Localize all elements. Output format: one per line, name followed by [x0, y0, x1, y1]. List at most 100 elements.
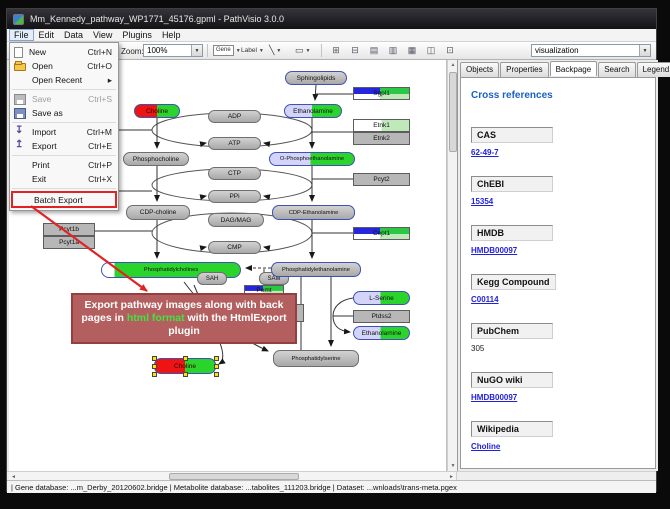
pathway-node-ctp[interactable]: CTP: [208, 167, 261, 180]
pathway-node-ethanolamine-top[interactable]: Ethanolamine: [284, 104, 342, 118]
selection-handle[interactable]: [214, 372, 219, 377]
tab-objects[interactable]: Objects: [460, 62, 499, 77]
selection-handle[interactable]: [183, 356, 188, 361]
scrollbar-thumb[interactable]: [449, 72, 457, 152]
match-height-icon[interactable]: ◫: [424, 44, 438, 57]
menu-item-label: Export: [32, 141, 57, 151]
pathway-node-choline-top[interactable]: Choline: [134, 104, 180, 118]
selection-handle[interactable]: [152, 356, 157, 361]
file-menu-item-batch-export[interactable]: Batch Export: [11, 191, 117, 208]
chevron-down-icon[interactable]: ▼: [191, 45, 202, 56]
menu-item-label: Import: [32, 127, 56, 137]
status-bar: | Gene database: ...m_Derby_20120602.bri…: [7, 480, 656, 493]
pathway-node-pcyt1a[interactable]: Pcyt1a: [43, 236, 95, 249]
gene-tool-button[interactable]: Gene ▼: [213, 44, 241, 57]
node-label: O-Phosphoethanolamine: [280, 156, 344, 162]
file-menu-item-print[interactable]: PrintCtrl+P: [10, 158, 118, 172]
pathway-node-cdp-ethanolamine[interactable]: CDP-Ethanolamine: [272, 205, 355, 220]
menu-item-shortcut: Ctrl+N: [88, 47, 112, 57]
file-menu-item-import[interactable]: ImportCtrl+M: [10, 125, 118, 139]
selection-handle[interactable]: [152, 364, 157, 369]
gene-tool-label: Gene: [213, 45, 234, 56]
pathway-node-o-phosphoethanolamine[interactable]: O-Phosphoethanolamine: [269, 152, 355, 166]
chevron-down-icon[interactable]: ▼: [276, 48, 281, 54]
align-middle-icon[interactable]: ⊟: [348, 44, 362, 57]
pathway-node-cdp-choline[interactable]: CDP-choline: [126, 205, 190, 220]
menu-data[interactable]: Data: [59, 29, 88, 41]
pathway-node-ethanolamine-bottom[interactable]: Ethanolamine: [353, 326, 410, 340]
selection-handle[interactable]: [152, 372, 157, 377]
node-label: CMP: [227, 244, 241, 251]
title-bar[interactable]: Mm_Kennedy_pathway_WP1771_45176.gpml - P…: [7, 9, 656, 29]
pathway-node-dag-mag[interactable]: DAG/MAG: [208, 213, 264, 227]
match-width-icon[interactable]: ▦: [405, 44, 419, 57]
file-menu-item-exit[interactable]: ExitCtrl+X: [10, 172, 118, 186]
xref-link[interactable]: HMDB00097: [471, 393, 517, 402]
callout-text: with the HtmlExport plugin: [168, 312, 286, 337]
pathway-node-ptdss2[interactable]: Ptdss2: [353, 310, 410, 323]
distribute-horizontal-icon[interactable]: ▤: [367, 44, 381, 57]
distribute-vertical-icon[interactable]: ▥: [386, 44, 400, 57]
vertical-scrollbar[interactable]: ▲ ▼: [447, 60, 457, 471]
file-menu-item-new[interactable]: NewCtrl+N: [10, 45, 118, 59]
selection-handle[interactable]: [214, 356, 219, 361]
xref-link[interactable]: 62-49-7: [471, 148, 499, 157]
chevron-down-icon[interactable]: ▼: [306, 48, 311, 54]
pathway-node-phosphocholine[interactable]: Phosphocholine: [123, 152, 189, 166]
pathway-node-choline-selected[interactable]: Choline: [154, 358, 216, 374]
pathway-node-cmp[interactable]: CMP: [208, 241, 261, 254]
file-menu-item-export[interactable]: ExportCtrl+E: [10, 139, 118, 153]
pathway-node-phosphatidylethanolamine[interactable]: Phosphatidylethanolamine: [271, 262, 361, 277]
tab-search[interactable]: Search: [598, 62, 635, 77]
pathway-node-phosphatidylserine[interactable]: Phosphatidylserine: [273, 350, 359, 367]
status-text: | Gene database: ...m_Derby_20120602.bri…: [7, 483, 457, 492]
xref-link[interactable]: Choline: [471, 442, 500, 451]
pathway-node-pcyt1b[interactable]: Pcyt1b: [43, 223, 95, 236]
pathway-node-sphingolipids[interactable]: Sphingolipids: [285, 71, 347, 85]
tab-backpage[interactable]: Backpage: [550, 61, 598, 76]
pathway-node-atp[interactable]: ATP: [208, 137, 261, 150]
xref-source-box: Kegg Compound: [471, 274, 556, 290]
node-label: ATP: [228, 140, 240, 147]
line-tool-button[interactable]: ╲ ▼: [269, 44, 281, 57]
menu-file[interactable]: File: [9, 29, 34, 41]
align-center-icon[interactable]: ⊞: [329, 44, 343, 57]
tab-legend[interactable]: Legend: [637, 62, 670, 77]
xref-link[interactable]: C00114: [471, 295, 499, 304]
chevron-down-icon[interactable]: ▼: [259, 48, 264, 54]
menu-view[interactable]: View: [88, 29, 117, 41]
tab-properties[interactable]: Properties: [500, 62, 548, 77]
selection-handle[interactable]: [214, 364, 219, 369]
pathway-node-l-serine[interactable]: L-Serine: [353, 291, 410, 305]
pathway-node-etnk2[interactable]: Etnk2: [353, 132, 410, 145]
selection-handle[interactable]: [183, 372, 188, 377]
pathway-node-sgpl1[interactable]: Sgpl1: [353, 87, 410, 100]
node-label: Choline: [174, 363, 196, 370]
horizontal-scrollbar[interactable]: ◄ ►: [7, 471, 656, 480]
shape-tool-button[interactable]: ▭ ▼: [295, 44, 310, 57]
chevron-down-icon[interactable]: ▼: [236, 48, 241, 54]
file-menu-item-save[interactable]: SaveCtrl+S: [10, 92, 118, 106]
pathway-node-cept1[interactable]: Cept1: [353, 227, 410, 240]
xref-link[interactable]: HMDB00097: [471, 246, 517, 255]
menu-plugins[interactable]: Plugins: [117, 29, 157, 41]
zoom-combo[interactable]: 100% ▼: [143, 44, 203, 57]
stack-icon[interactable]: ⊡: [443, 44, 457, 57]
visualization-combo[interactable]: visualization ▼: [531, 44, 651, 57]
xref-link[interactable]: 15354: [471, 197, 493, 206]
menu-edit[interactable]: Edit: [34, 29, 60, 41]
file-menu-item-open-recent[interactable]: Open Recent▸: [10, 73, 118, 87]
pathway-node-ppi[interactable]: PPi: [208, 190, 261, 203]
scrollbar-thumb[interactable]: [169, 473, 299, 480]
expression-data-heading: Expression data: [471, 468, 655, 469]
node-label: Pcyt1b: [59, 226, 79, 233]
pathway-node-sah[interactable]: SAH: [197, 272, 227, 285]
chevron-down-icon[interactable]: ▼: [639, 45, 650, 56]
pathway-node-etnk1[interactable]: Etnk1: [353, 119, 410, 132]
label-tool-button[interactable]: Label ▼: [241, 44, 264, 57]
file-menu-item-save-as[interactable]: Save as: [10, 106, 118, 120]
file-menu-item-open[interactable]: OpenCtrl+O: [10, 59, 118, 73]
pathway-node-adp[interactable]: ADP: [208, 110, 261, 123]
menu-help[interactable]: Help: [157, 29, 186, 41]
pathway-node-pcyt2[interactable]: Pcyt2: [353, 173, 410, 186]
